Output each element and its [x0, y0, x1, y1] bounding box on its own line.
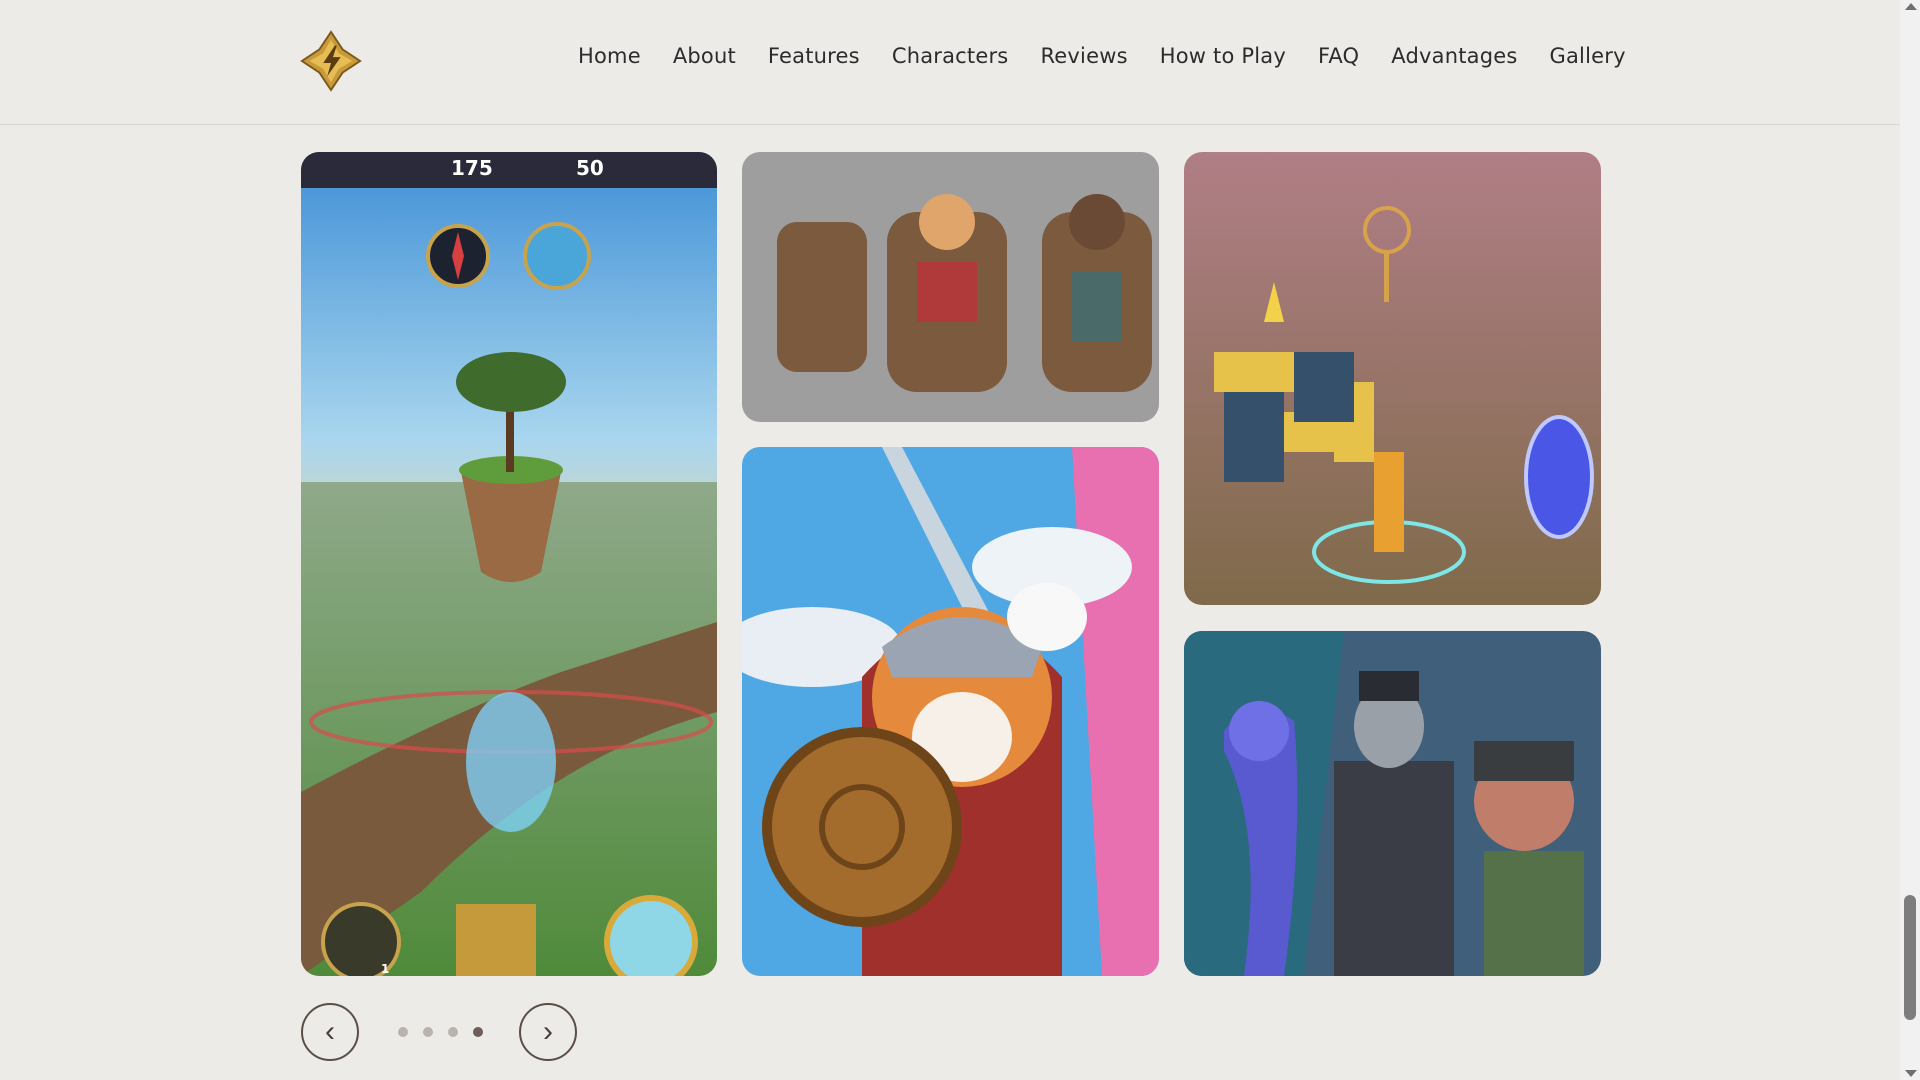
scrollbar-thumb[interactable]	[1904, 895, 1916, 1020]
scroll-down-icon[interactable]	[1905, 1070, 1917, 1077]
level-badge: 1	[381, 962, 390, 976]
pagination-dots	[398, 1027, 483, 1037]
nav-gallery[interactable]: Gallery	[1550, 44, 1626, 68]
pagination-dot-4[interactable]	[473, 1027, 483, 1037]
nav-how-to-play[interactable]: How to Play	[1160, 44, 1286, 68]
nav-features[interactable]: Features	[768, 44, 860, 68]
nav-home[interactable]: Home	[578, 44, 641, 68]
next-button[interactable]: ›	[519, 1003, 577, 1061]
prev-button[interactable]: ‹	[301, 1003, 359, 1061]
gallery-image-character-sheet[interactable]	[742, 152, 1159, 422]
nav-advantages[interactable]: Advantages	[1391, 44, 1517, 68]
nav-characters[interactable]: Characters	[892, 44, 1009, 68]
site-header: Home About Features Characters Reviews H…	[0, 0, 1900, 125]
logo-icon[interactable]	[300, 30, 362, 94]
gem-counter: 50	[576, 156, 604, 180]
nav-reviews[interactable]: Reviews	[1040, 44, 1127, 68]
pagination-dot-1[interactable]	[398, 1027, 408, 1037]
nav-faq[interactable]: FAQ	[1318, 44, 1359, 68]
nav-about[interactable]: About	[673, 44, 736, 68]
gallery-image-villains[interactable]	[1184, 631, 1601, 976]
main-nav: Home About Features Characters Reviews H…	[578, 44, 1626, 68]
coin-counter: 175	[451, 156, 493, 180]
scroll-up-icon[interactable]	[1905, 3, 1917, 10]
gallery-image-ruins-portal[interactable]	[1184, 152, 1601, 605]
gallery-image-gameplay[interactable]: 175 50 1	[301, 152, 717, 976]
gallery-image-corgi-knight[interactable]	[742, 447, 1159, 976]
page-scrollbar[interactable]	[1900, 0, 1920, 1080]
pagination-dot-2[interactable]	[423, 1027, 433, 1037]
chevron-left-icon: ‹	[325, 1015, 335, 1048]
pagination-dot-3[interactable]	[448, 1027, 458, 1037]
chevron-right-icon: ›	[543, 1015, 553, 1048]
